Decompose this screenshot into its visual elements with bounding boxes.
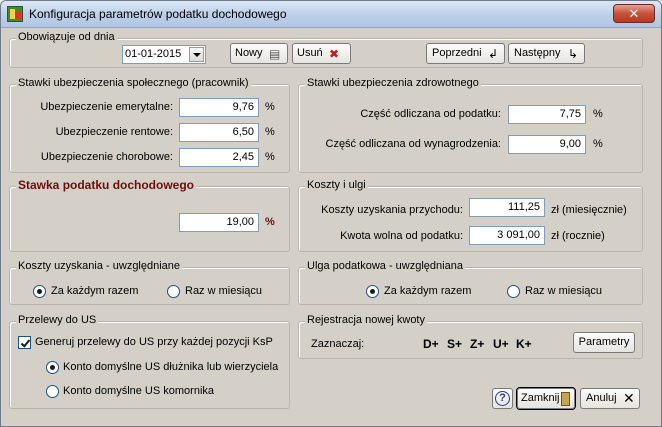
mark-z-plus[interactable]: Z+	[470, 337, 484, 351]
health-tax-input[interactable]: 7,75	[508, 105, 586, 124]
delete-icon: ✖	[329, 47, 340, 61]
mark-d-plus[interactable]: D+	[423, 337, 439, 351]
delete-button-label: Usuń	[297, 47, 323, 59]
relief-mode-each-radio[interactable]	[366, 285, 379, 298]
window-close-button[interactable]: ✕	[613, 4, 655, 23]
door-icon	[561, 392, 570, 406]
health-salary-label: Część odliczana od wynagrodzenia:	[325, 138, 502, 150]
relief-mode-title: Ulga podatkowa - uwzględniana	[305, 260, 465, 272]
costs-relief-title: Koszty i ulgi	[305, 179, 368, 191]
close-button[interactable]: Zamknij	[517, 388, 575, 409]
sickness-label: Ubezpieczenie chorobowe:	[40, 151, 173, 163]
mark-s-plus[interactable]: S+	[447, 337, 462, 351]
new-button-label: Nowy	[235, 47, 263, 59]
new-button[interactable]: Nowy ▤	[230, 43, 288, 64]
cost-mode-monthly-radio[interactable]	[167, 285, 180, 298]
tax-free-amount-unit: zł (rocznie)	[551, 230, 605, 242]
disability-label: Ubezpieczenie rentowe:	[55, 126, 173, 138]
window-title: Konfiguracja parametrów podatku dochodow…	[29, 7, 287, 21]
debtor-account-radio[interactable]	[46, 361, 59, 374]
bailiff-account-label[interactable]: Konto domyślne US komornika	[63, 385, 214, 397]
date-combo[interactable]: 01-01-2015	[122, 45, 206, 64]
generate-transfers-checkbox[interactable]	[18, 336, 31, 349]
sickness-unit: %	[265, 151, 275, 163]
next-button-label: Następny	[514, 47, 561, 59]
pension-input[interactable]: 9,76	[179, 98, 259, 117]
title-bar[interactable]: Konfiguracja parametrów podatku dochodow…	[1, 1, 661, 28]
mark-label: Zaznaczaj:	[311, 338, 365, 350]
sickness-input[interactable]: 2,45	[179, 148, 259, 167]
dialog-window: Konfiguracja parametrów podatku dochodow…	[0, 0, 662, 427]
debtor-account-label[interactable]: Konto domyślne US dłużnika lub wierzycie…	[63, 361, 278, 373]
arrow-down-right-icon: ↳	[568, 47, 579, 61]
disability-unit: %	[265, 126, 275, 138]
close-button-label: Zamknij	[521, 392, 560, 404]
tax-rate-input[interactable]: 19,00	[179, 213, 259, 232]
chevron-down-icon[interactable]	[189, 47, 204, 62]
health-salary-unit: %	[593, 138, 603, 150]
next-button[interactable]: Następny ↳	[508, 43, 585, 64]
help-icon: ?	[495, 391, 510, 406]
disability-input[interactable]: 6,50	[179, 123, 259, 142]
cost-mode-each-radio[interactable]	[33, 285, 46, 298]
social-insurance-title: Stawki ubezpieczenia społecznego (pracow…	[16, 77, 251, 89]
cost-of-income-unit: zł (miesięcznie)	[551, 204, 627, 216]
mark-u-plus[interactable]: U+	[493, 337, 509, 351]
tax-free-amount-label: Kwota wolna od podatku:	[340, 230, 463, 242]
registration-title: Rejestracja nowej kwoty	[305, 314, 427, 326]
cost-mode-each-label[interactable]: Za każdym razem	[51, 285, 138, 297]
cost-of-income-label: Koszty uzyskania przychodu:	[321, 204, 463, 216]
previous-button-label: Poprzedni	[432, 47, 482, 59]
help-button[interactable]: ?	[492, 388, 513, 409]
relief-mode-monthly-label[interactable]: Raz w miesiącu	[525, 285, 602, 297]
app-icon	[7, 6, 23, 22]
pension-label: Ubezpieczenie emerytalne:	[40, 101, 173, 113]
health-insurance-group: Stawki ubezpieczenia zdrowotnego	[298, 77, 643, 173]
health-salary-input[interactable]: 9,00	[508, 135, 586, 154]
pension-unit: %	[265, 101, 275, 113]
bailiff-account-radio[interactable]	[46, 385, 59, 398]
new-document-icon: ▤	[269, 47, 281, 61]
parameters-button[interactable]: Parametry	[573, 332, 635, 353]
delete-button[interactable]: Usuń ✖	[292, 43, 351, 64]
cancel-button-label: Anuluj	[586, 392, 617, 404]
arrow-down-left-icon: ↲	[488, 47, 499, 61]
relief-mode-each-label[interactable]: Za każdym razem	[384, 285, 471, 297]
cancel-x-icon: ✕	[623, 390, 635, 406]
tax-free-amount-input[interactable]: 3 091,00	[469, 226, 545, 245]
tax-rate-title: Stawka podatku dochodowego	[16, 178, 197, 192]
cost-mode-monthly-label[interactable]: Raz w miesiącu	[185, 285, 262, 297]
date-value: 01-01-2015	[125, 48, 182, 60]
previous-button[interactable]: Poprzedni ↲	[426, 43, 505, 64]
generate-transfers-label[interactable]: Generuj przelewy do US przy każdej pozyc…	[35, 336, 273, 348]
tax-office-transfers-title: Przelewy do US	[16, 314, 99, 326]
valid-from-title: Obowiązuje od dnia	[16, 31, 117, 43]
cost-mode-title: Koszty uzyskania - uwzględniane	[16, 260, 183, 272]
cost-of-income-input[interactable]: 111,25	[469, 198, 545, 217]
health-insurance-title: Stawki ubezpieczenia zdrowotnego	[305, 77, 481, 89]
cancel-button[interactable]: Anuluj ✕	[580, 388, 640, 409]
health-tax-label: Część odliczana od podatku:	[360, 108, 501, 120]
tax-rate-unit: %	[265, 216, 275, 228]
relief-mode-monthly-radio[interactable]	[507, 285, 520, 298]
mark-k-plus[interactable]: K+	[516, 337, 532, 351]
health-tax-unit: %	[593, 108, 603, 120]
